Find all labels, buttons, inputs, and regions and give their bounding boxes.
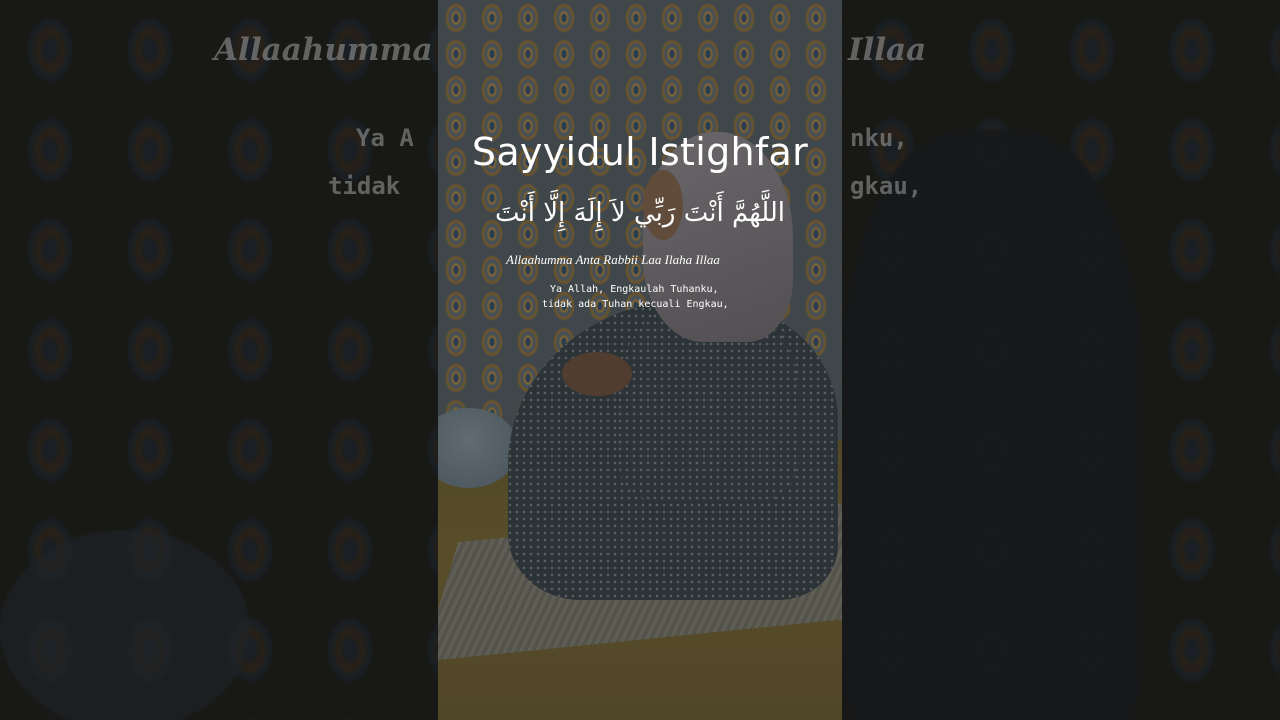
background-meaning-right-2: gkau, xyxy=(850,172,923,200)
background-transliteration-right: Illaa xyxy=(848,32,927,68)
video-dim-overlay xyxy=(438,0,842,720)
video-player-stage[interactable]: Allaahumma Ya A tidak Illaa nku, gkau, S… xyxy=(0,0,1280,720)
background-dim-overlay xyxy=(0,0,438,720)
video-title: Sayyidul Istighfar xyxy=(471,130,809,174)
background-transliteration-left: Allaahumma xyxy=(214,32,433,68)
video-frame[interactable]: Sayyidul Istighfar اللَّهُمَّ أَنْتَ رَب… xyxy=(438,0,842,720)
background-meaning-left-1: Ya A xyxy=(356,124,414,152)
transliteration-text: Allaahumma Anta Rabbii Laa Ilaha Illaa xyxy=(506,252,720,267)
arabic-verse: اللَّهُمَّ أَنْتَ رَبِّي لاَ إِلَهَ إِلَ… xyxy=(494,198,786,228)
blurred-background-right xyxy=(842,0,1280,720)
background-meaning-right-1: nku, xyxy=(850,124,908,152)
meaning-line-1: Ya Allah, Engkaulah Tuhanku, xyxy=(550,284,719,295)
blurred-background-left xyxy=(0,0,438,720)
background-dim-overlay xyxy=(842,0,1280,720)
background-meaning-left-2: tidak xyxy=(328,172,401,200)
meaning-line-2: tidak ada Tuhan kecuali Engkau, xyxy=(542,299,729,310)
